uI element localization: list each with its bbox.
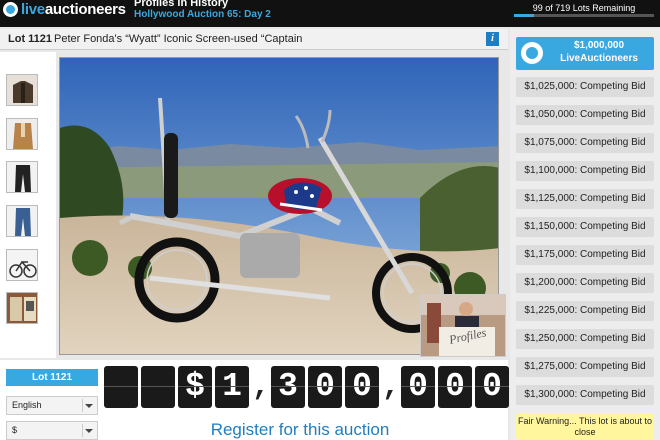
- register-link[interactable]: Register for this auction: [150, 420, 450, 440]
- logo-icon: [3, 1, 18, 17]
- bid-row: $1,175,000: Competing Bid: [516, 245, 654, 265]
- language-value: English: [12, 400, 42, 410]
- pants-image: [7, 162, 37, 192]
- liveauctioneers-icon: [521, 42, 543, 64]
- info-button[interactable]: i: [486, 32, 499, 46]
- thumbnail-pants[interactable]: [6, 161, 38, 193]
- language-select[interactable]: English: [6, 396, 98, 415]
- thumbnail-strip: [0, 52, 56, 358]
- bid-row: $1,225,000: Competing Bid: [516, 301, 654, 321]
- chevron-down-icon: [85, 404, 93, 408]
- current-bid-box: $1,000,000 LiveAuctioneers: [516, 37, 654, 70]
- currency-select[interactable]: $: [6, 421, 98, 440]
- bid-row: $1,275,000: Competing Bid: [516, 357, 654, 377]
- thumbnail-bicycle[interactable]: [6, 249, 38, 281]
- price-digit: 1: [215, 366, 249, 408]
- bid-row: $1,125,000: Competing Bid: [516, 189, 654, 209]
- price-separator: ,: [382, 370, 401, 404]
- fair-warning-banner: Fair Warning... This lot is about to clo…: [516, 413, 654, 440]
- logo-prefix: live: [21, 0, 45, 18]
- current-lot-pill: Lot 1121: [6, 369, 98, 386]
- lot-title-bar: Lot 1121 Peter Fonda's “Wyatt” Iconic Sc…: [0, 29, 508, 50]
- chevron-down-icon: [85, 429, 93, 433]
- bid-row: $1,075,000: Competing Bid: [516, 133, 654, 153]
- jeans-image: [7, 206, 37, 236]
- progress-fill: [514, 14, 534, 17]
- bicycle-image: [7, 250, 37, 280]
- auctioneer-webcam: Profiles: [420, 294, 506, 357]
- logo-main: auctioneers: [44, 0, 126, 18]
- currency-value: $: [12, 425, 18, 435]
- price-digit: 0: [345, 366, 379, 408]
- lot-number: Lot 1121: [8, 33, 53, 45]
- price-digit: 0: [401, 366, 435, 408]
- lot-description: Peter Fonda's “Wyatt” Iconic Screen-used…: [54, 33, 303, 45]
- lots-remaining-text: 99 of 719 Lots Remaining: [532, 3, 636, 13]
- bid-row: $1,250,000: Competing Bid: [516, 329, 654, 349]
- price-digit: $: [178, 366, 212, 408]
- liveauctioneers-logo[interactable]: liveauctioneers: [3, 0, 126, 18]
- auction-title: Profiles in History: [134, 0, 229, 9]
- book-image: [7, 293, 37, 323]
- lots-progress-bar: [514, 14, 654, 17]
- price-separator: ,: [252, 370, 271, 404]
- thumbnail-book[interactable]: [6, 292, 38, 324]
- thumbnail-jacket[interactable]: [6, 74, 38, 106]
- top-header: liveauctioneers Profiles in History Holl…: [0, 0, 660, 27]
- price-digit: 0: [475, 366, 509, 408]
- bid-row: $1,300,000: Competing Bid: [516, 385, 654, 405]
- price-digit: [104, 366, 138, 408]
- auction-subtitle: Hollywood Auction 65: Day 2: [134, 9, 271, 20]
- price-digit: 0: [438, 366, 472, 408]
- current-price-display: $1, 3 0 0, 0 0 0: [104, 366, 509, 408]
- price-digit: [141, 366, 175, 408]
- price-digit: 0: [308, 366, 342, 408]
- suit-image: [7, 119, 37, 149]
- thumbnail-jeans[interactable]: [6, 205, 38, 237]
- price-digit: 3: [271, 366, 305, 408]
- current-bid-source: LiveAuctioneers: [560, 53, 638, 64]
- bid-row: $1,100,000: Competing Bid: [516, 161, 654, 181]
- current-bid-amount: $1,000,000: [573, 40, 625, 51]
- bid-row: $1,025,000: Competing Bid: [516, 77, 654, 97]
- thumbnail-suit[interactable]: [6, 118, 38, 150]
- bid-row: $1,050,000: Competing Bid: [516, 105, 654, 125]
- bid-row: $1,200,000: Competing Bid: [516, 273, 654, 293]
- webcam-feed: [421, 295, 505, 356]
- jacket-image: [7, 75, 37, 105]
- bid-row: $1,150,000: Competing Bid: [516, 217, 654, 237]
